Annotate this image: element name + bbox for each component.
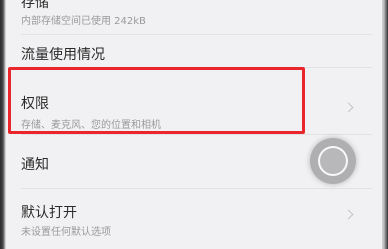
settings-item-open-by-default[interactable]: 默认打开 未设置任何默认选项: [6, 189, 382, 249]
open-by-default-subtitle: 未设置任何默认选项: [21, 227, 111, 238]
notifications-title: 通知: [21, 157, 49, 173]
highlight-box: [8, 67, 305, 134]
chevron-right-icon: [343, 102, 354, 113]
phone-frame: 存储 内部存储空间已使用 242kB 流量使用情况 权限 存储、麦克风、您的位置…: [0, 0, 388, 249]
assistive-touch-icon[interactable]: [310, 138, 356, 184]
storage-subtitle: 内部存储空间已使用 242kB: [21, 16, 146, 27]
storage-title: 存储: [21, 0, 49, 11]
chevron-right-icon: [343, 209, 354, 220]
data-usage-title: 流量使用情况: [21, 47, 105, 63]
settings-item-data-usage[interactable]: 流量使用情况: [6, 35, 382, 67]
open-by-default-title: 默认打开: [21, 205, 77, 221]
app-info-settings-list: 存储 内部存储空间已使用 242kB 流量使用情况 权限 存储、麦克风、您的位置…: [6, 0, 382, 249]
settings-item-storage[interactable]: 存储 内部存储空间已使用 242kB: [6, 0, 382, 28]
